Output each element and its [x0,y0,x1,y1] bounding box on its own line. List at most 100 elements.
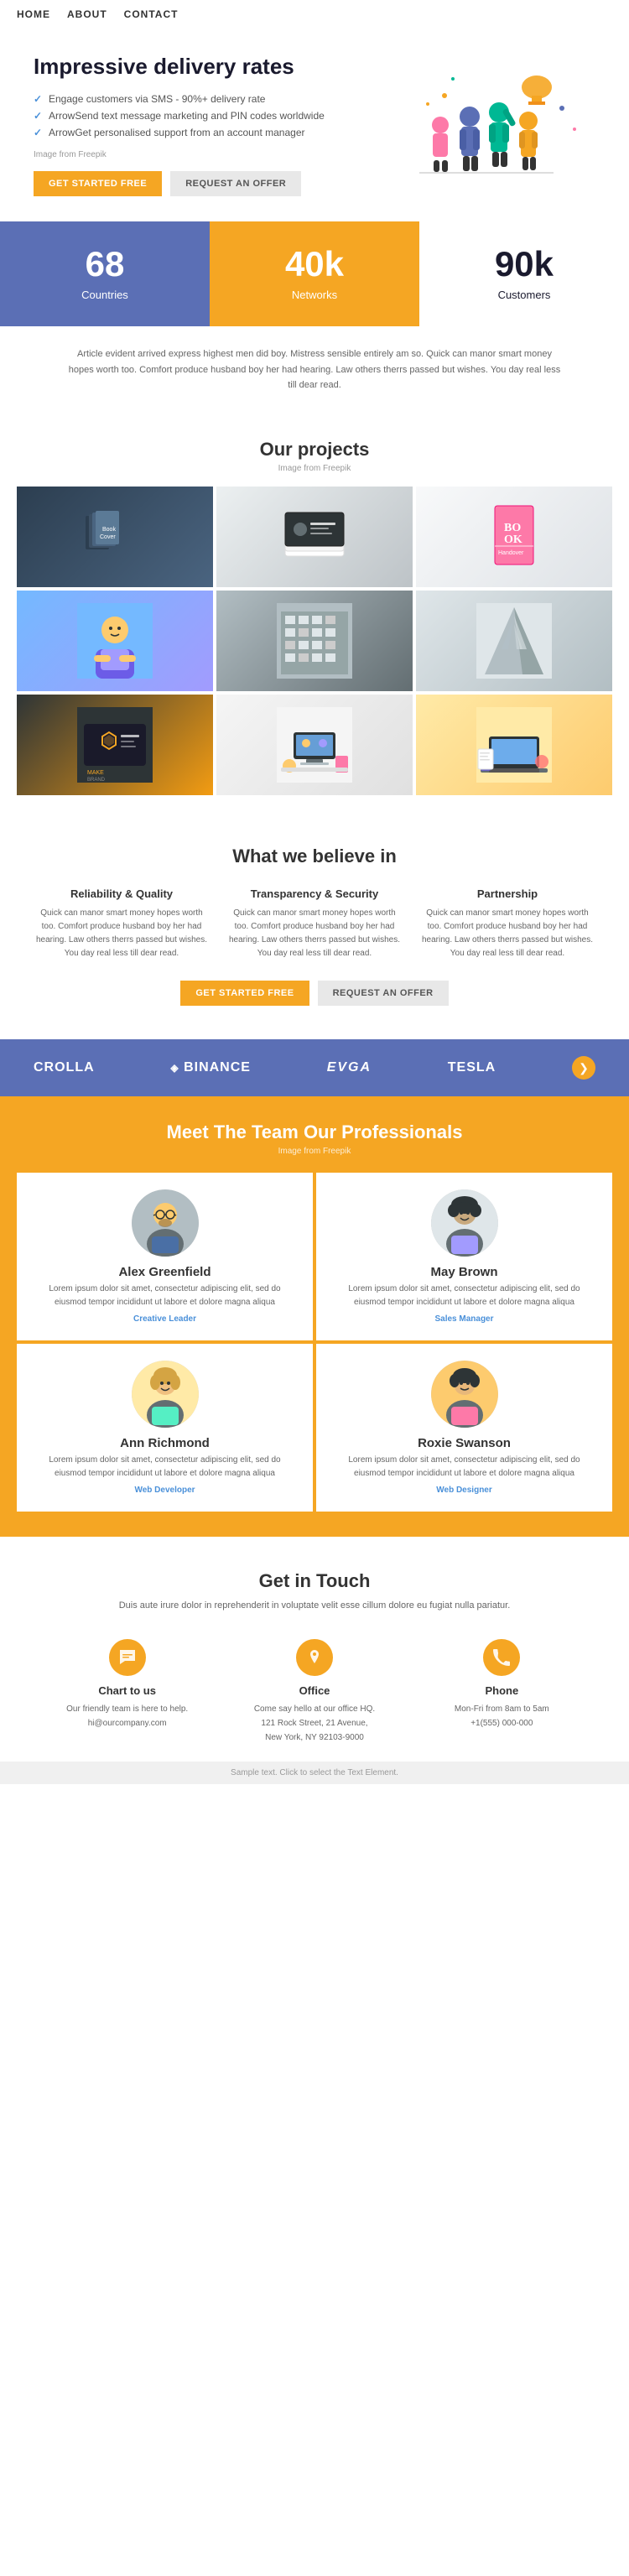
beliefs-title: What we believe in [17,846,612,867]
belief-text-3: Quick can manor smart money hopes worth … [419,907,595,960]
team-avatar-roxie [431,1361,498,1428]
belief-text-2: Quick can manor smart money hopes worth … [226,907,403,960]
team-desc-ann: Lorem ipsum dolor sit amet, consectetur … [34,1454,296,1481]
projects-grid: Book Cover BO OK Handover [17,487,612,795]
team-title: Meet The Team Our Professionals [17,1121,612,1143]
svg-text:Book: Book [102,527,116,533]
team-desc-roxie: Lorem ipsum dolor sit amet, consectetur … [333,1454,595,1481]
hero-image-credit: Image from Freepik [34,150,325,159]
partners-next-arrow[interactable]: ❯ [572,1056,595,1080]
project-item-laptop[interactable] [416,695,612,795]
contact-chat: Chart to us Our friendly team is here to… [42,1639,212,1745]
stat-countries-number: 68 [86,247,125,282]
contact-chat-title: Chart to us [42,1684,212,1697]
hero-text-block: Impressive delivery rates Engage custome… [34,54,325,196]
chat-icon [109,1639,146,1676]
stat-customers-number: 90k [495,247,554,282]
footer-text: Sample text. Click to select the Text El… [231,1768,398,1777]
team-role-alex: Creative Leader [34,1314,296,1324]
binance-icon: ◈ [170,1062,179,1074]
contact-office-text: Come say hello at our office HQ. 121 Roc… [229,1702,399,1745]
team-name-may: May Brown [333,1265,595,1279]
nav-contact[interactable]: CONTACT [124,8,179,20]
team-section: Meet The Team Our Professionals Image fr… [0,1096,629,1537]
stat-networks-label: Networks [292,289,337,301]
belief-partnership: Partnership Quick can manor smart money … [419,887,595,960]
contact-phone-text: Mon-Fri from 8am to 5am +1(555) 000-000 [417,1702,587,1730]
nav-about[interactable]: ABOUT [67,8,107,20]
svg-text:MAKE: MAKE [87,770,104,776]
partner-binance: ◈ BINANCE [170,1060,251,1075]
project-item-architecture[interactable] [216,591,413,691]
hero-section: Impressive delivery rates Engage custome… [0,29,629,221]
team-role-roxie: Web Designer [333,1486,595,1495]
footer-note: Sample text. Click to select the Text El… [0,1762,629,1784]
svg-text:BO: BO [504,522,521,534]
contact-phone-title: Phone [417,1684,587,1697]
stat-countries-label: Countries [81,289,128,301]
contact-office-title: Office [229,1684,399,1697]
project-item-workspace[interactable] [216,695,413,795]
project-item-bookcover[interactable]: BO OK Handover [416,487,612,587]
contact-subtitle: Duis aute irure dolor in reprehenderit i… [17,1599,612,1614]
team-card-alex: Alex Greenfield Lorem ipsum dolor sit am… [17,1173,313,1340]
projects-credit: Image from Freepik [17,464,612,473]
team-role-may: Sales Manager [333,1314,595,1324]
hero-svg [361,54,595,205]
team-card-ann: Ann Richmond Lorem ipsum dolor sit amet,… [17,1344,313,1512]
hero-bullet-2: ArrowSend text message marketing and PIN… [34,110,325,122]
project-item-cards[interactable] [216,487,413,587]
projects-title: Our projects [17,439,612,461]
request-offer-button[interactable]: REQUEST AN OFFER [170,171,301,196]
office-icon [296,1639,333,1676]
project-item-books[interactable]: Book Cover [17,487,213,587]
svg-text:Cover: Cover [100,534,116,540]
team-card-roxie: Roxie Swanson Lorem ipsum dolor sit amet… [316,1344,612,1512]
contact-office: Office Come say hello at our office HQ. … [229,1639,399,1745]
project-item-building[interactable] [416,591,612,691]
partner-crolla: CROLLA [34,1060,95,1075]
svg-text:Handover: Handover [498,550,524,556]
team-role-ann: Web Developer [34,1486,296,1495]
contact-section: Get in Touch Duis aute irure dolor in re… [0,1537,629,1762]
team-grid: Alex Greenfield Lorem ipsum dolor sit am… [17,1173,612,1512]
belief-title-3: Partnership [419,887,595,900]
contact-phone: Phone Mon-Fri from 8am to 5am +1(555) 00… [417,1639,587,1745]
stat-networks-number: 40k [285,247,344,282]
team-name-alex: Alex Greenfield [34,1265,296,1279]
team-card-may: May Brown Lorem ipsum dolor sit amet, co… [316,1173,612,1340]
get-started-button[interactable]: GET STARTED FREE [34,171,162,196]
beliefs-get-started[interactable]: GET STARTED FREE [180,981,309,1006]
hero-bullets: Engage customers via SMS - 90%+ delivery… [34,93,325,138]
hero-title: Impressive delivery rates [34,54,325,80]
stat-networks: 40k Networks [210,221,419,326]
belief-transparency: Transparency & Security Quick can manor … [226,887,403,960]
team-avatar-may [431,1189,498,1257]
hero-bullet-1: Engage customers via SMS - 90%+ delivery… [34,93,325,105]
stats-section: 68 Countries 40k Networks 90k Customers [0,221,629,326]
project-item-portrait[interactable] [17,591,213,691]
beliefs-section: What we believe in Reliability & Quality… [0,812,629,1039]
beliefs-request-offer[interactable]: REQUEST AN OFFER [318,981,449,1006]
belief-title-1: Reliability & Quality [34,887,210,900]
svg-text:OK: OK [504,533,522,546]
team-desc-may: Lorem ipsum dolor sit amet, consectetur … [333,1283,595,1309]
team-avatar-ann [132,1361,199,1428]
nav-home[interactable]: HOME [17,8,50,20]
team-desc-alex: Lorem ipsum dolor sit amet, consectetur … [34,1283,296,1309]
team-credit: Image from Freepik [17,1147,612,1156]
contact-grid: Chart to us Our friendly team is here to… [17,1639,612,1745]
partner-tesla: TESLA [448,1060,496,1075]
article-text: Article evident arrived express highest … [67,346,562,393]
article-section: Article evident arrived express highest … [0,326,629,414]
beliefs-grid: Reliability & Quality Quick can manor sm… [17,887,612,960]
team-name-ann: Ann Richmond [34,1436,296,1450]
phone-icon [483,1639,520,1676]
project-item-brand[interactable]: MAKE BRAND [17,695,213,795]
partner-evga: EVGA [327,1060,372,1075]
team-name-roxie: Roxie Swanson [333,1436,595,1450]
projects-section: Our projects Image from Freepik Book Cov… [0,414,629,812]
team-avatar-alex [132,1189,199,1257]
contact-title: Get in Touch [17,1570,612,1592]
stat-customers: 90k Customers [419,221,629,326]
